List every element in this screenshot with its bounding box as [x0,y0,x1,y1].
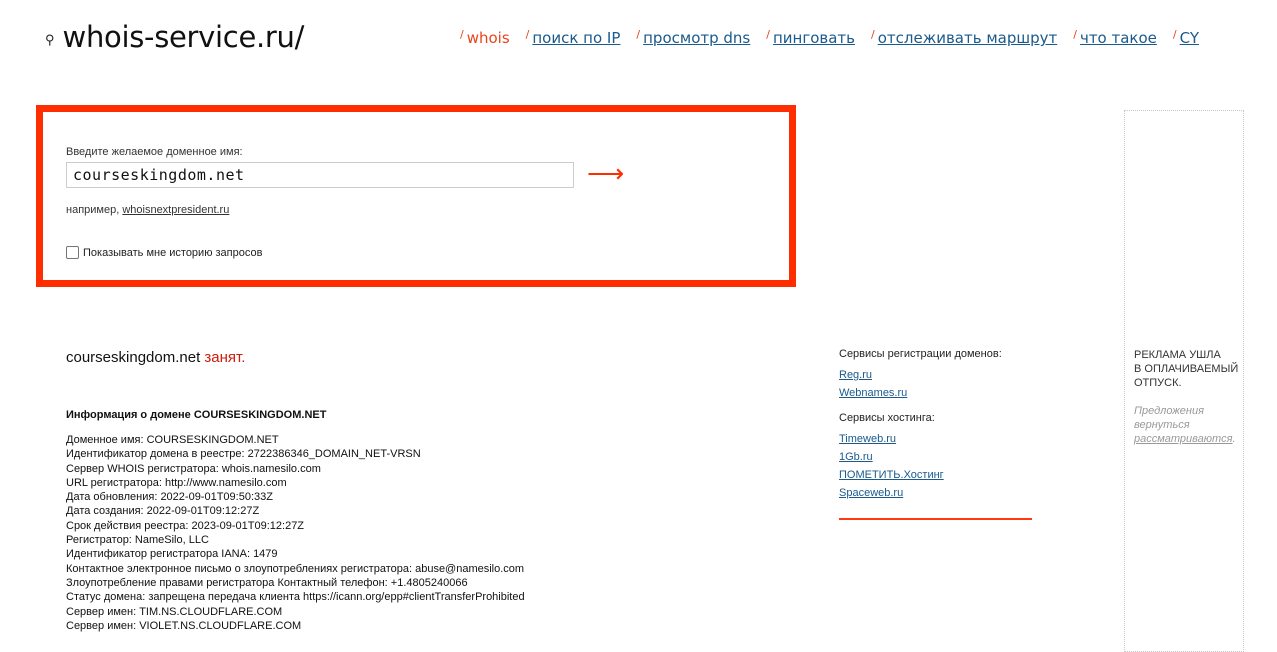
nav-item-label: CY [1179,29,1199,47]
history-toggle[interactable]: Показывать мне историю запросов [66,246,262,259]
services-panel: Сервисы регистрации доменов: Reg.ru Webn… [839,348,1032,520]
nav-item-label: отслеживать маршрут [877,29,1058,47]
ad-title: Реклама ушла в оплачиваемый отпуск. [1134,349,1239,389]
info-line: URL регистратора: http://www.namesilo.co… [66,476,287,489]
info-line: Регистратор: NameSilo, LLC [66,534,209,547]
nav-item-dns[interactable]: / просмотр dns [636,28,751,47]
nav-item-traceroute[interactable]: / отслеживать маршрут [871,28,1058,47]
example-prefix: например, [66,204,120,216]
info-line: Сервер имен: VIOLET.NS.CLOUDFLARE.COM [66,619,302,632]
nav-item-label: пинговать [772,29,855,47]
domain-info-title: Информация о домене COURSESKINGDOM.NET [66,409,327,421]
search-icon: ⚲ [45,32,55,47]
result-heading: courseskingdom.net занят. [66,349,245,366]
logo-text: whois-service.ru/ [62,20,305,54]
ad-note: Предложения вернуться рассматриваются. [1134,405,1236,445]
info-line: Злоупотребление правами регистратора Кон… [66,576,468,589]
nav-item-label: поиск по IP [532,29,621,47]
ad-note-link[interactable]: рассматриваются [1134,433,1232,445]
nav-item-label: whois [466,29,510,47]
nav-item-cy[interactable]: / CY [1173,28,1199,47]
service-link-webnames[interactable]: Webnames.ru [839,384,1032,402]
service-link-hosting[interactable]: ПОМЕТИТЬ.Хостинг [839,466,1032,484]
history-checkbox-label: Показывать мне историю запросов [83,246,263,259]
example-link[interactable]: whoisnextpresident.ru [122,204,229,216]
domain-input[interactable]: courseskingdom.net [66,162,574,188]
divider [839,518,1032,520]
result-domain: courseskingdom.net [66,349,201,366]
nav-item-what-is[interactable]: / что такое [1073,28,1157,47]
nav-item-label: что такое [1079,29,1157,47]
nav-item-ip-search[interactable]: / поиск по IP [526,28,621,47]
info-line: Сервер имен: TIM.NS.CLOUDFLARE.COM [66,605,283,618]
info-line: Контактное электронное письмо о злоупотр… [66,562,525,575]
domain-info-list: Доменное имя: COURSESKINGDOM.NET Идентиф… [66,433,525,633]
site-logo[interactable]: ⚲ whois-service.ru/ [45,20,304,54]
registration-services-title: Сервисы регистрации доменов: [839,348,1002,360]
info-line: Статус домена: запрещена передача клиент… [66,591,525,604]
info-line: Дата создания: 2022-09-01T09:12:27Z [66,505,260,518]
info-line: Сервер WHOIS регистратора: whois.namesil… [66,462,321,475]
ad-panel: Реклама ушла в оплачиваемый отпуск. Пред… [1124,110,1244,652]
service-link-reg[interactable]: Reg.ru [839,366,1032,384]
service-link-1gb[interactable]: 1Gb.ru [839,448,1032,466]
service-link-timeweb[interactable]: Timeweb.ru [839,430,1032,448]
history-checkbox[interactable] [66,246,79,259]
status-badge: занят. [204,349,246,366]
info-line: Срок действия реестра: 2023-09-01T09:12:… [66,519,305,532]
service-link-spaceweb[interactable]: Spaceweb.ru [839,484,1032,502]
nav-item-ping[interactable]: / пинговать [766,28,855,47]
info-line: Идентификатор регистратора IANA: 1479 [66,548,278,561]
info-line: Дата обновления: 2022-09-01T09:50:33Z [66,491,273,504]
info-line: Идентификатор домена в реестре: 27223863… [66,448,421,461]
top-nav: / whois / поиск по IP / просмотр dns / пинго… [460,28,1215,47]
hosting-services-title: Сервисы хостинга: [839,412,935,424]
arrow-right-icon[interactable]: ⟶ [587,160,624,186]
info-line: Доменное имя: COURSESKINGDOM.NET [66,434,279,446]
example-hint: например, whoisnextpresident.ru [66,204,229,216]
nav-item-whois[interactable]: / whois [460,28,510,47]
whois-search-form: Введите желаемое доменное имя: courseski… [36,105,796,287]
nav-item-label: просмотр dns [643,29,751,47]
domain-input-label: Введите желаемое доменное имя: [66,146,243,158]
